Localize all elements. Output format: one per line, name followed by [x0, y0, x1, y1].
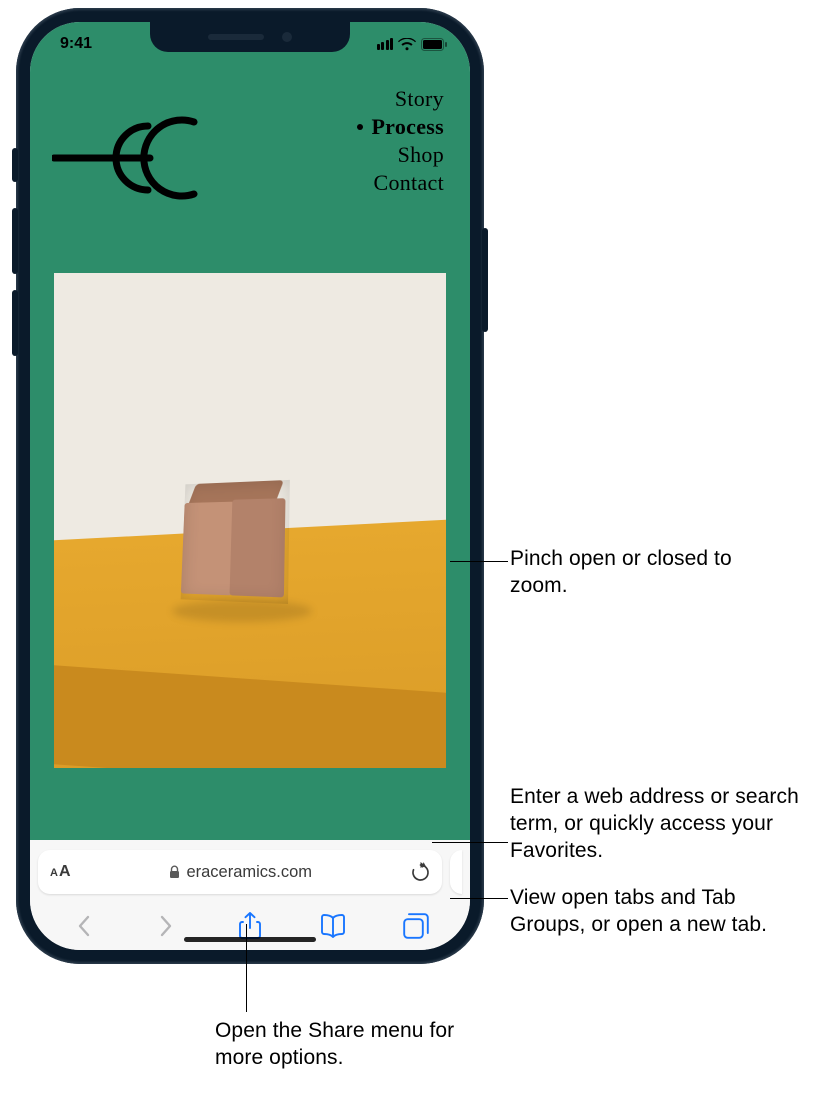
site-nav: Story Process Shop Contact [357, 86, 444, 196]
forward-button[interactable] [146, 905, 188, 947]
side-button [482, 228, 488, 332]
nav-label: Story [395, 86, 444, 112]
nav-label: Shop [398, 142, 444, 168]
volume-up-button [12, 208, 18, 274]
active-dot-icon [357, 124, 363, 130]
bookmarks-button[interactable] [312, 905, 354, 947]
volume-down-button [12, 290, 18, 356]
next-tab-peek[interactable] [450, 850, 462, 894]
hero-image[interactable] [54, 273, 446, 768]
address-bar[interactable]: AA eraceramics.com [38, 850, 442, 894]
tabs-button[interactable] [395, 905, 437, 947]
address-text[interactable]: eraceramics.com [79, 863, 403, 882]
iphone-frame: 9:41 [16, 8, 484, 964]
back-button[interactable] [63, 905, 105, 947]
nav-process[interactable]: Process [357, 114, 444, 140]
domain-label: eraceramics.com [186, 863, 312, 882]
bottom-toolbar [30, 902, 470, 950]
status-time: 9:41 [60, 35, 92, 53]
nav-shop[interactable]: Shop [398, 142, 444, 168]
cellular-signal-icon [377, 38, 394, 50]
nav-label: Contact [373, 170, 444, 196]
site-logo-icon[interactable] [52, 108, 202, 213]
callout-tabs: View open tabs and Tab Groups, or open a… [510, 885, 810, 939]
home-indicator[interactable] [184, 937, 316, 942]
webpage-content[interactable]: Story Process Shop Contact [30, 66, 470, 840]
notch [150, 22, 350, 52]
lock-icon [169, 865, 180, 879]
reader-aa-icon[interactable]: AA [50, 863, 71, 881]
callout-address: Enter a web address or search term, or q… [510, 784, 820, 865]
reload-icon[interactable] [411, 862, 430, 883]
nav-contact[interactable]: Contact [373, 170, 444, 196]
silence-switch [12, 148, 18, 182]
nav-story[interactable]: Story [395, 86, 444, 112]
callout-share: Open the Share menu for more options. [215, 1018, 495, 1072]
wifi-icon [398, 38, 416, 51]
battery-icon [421, 38, 448, 51]
safari-chrome: AA eraceramics.com [30, 840, 470, 950]
callout-zoom: Pinch open or closed to zoom. [510, 546, 790, 600]
status-indicators [377, 38, 449, 51]
nav-label: Process [371, 114, 444, 140]
site-header: Story Process Shop Contact [30, 66, 470, 233]
screen: 9:41 [30, 22, 470, 950]
